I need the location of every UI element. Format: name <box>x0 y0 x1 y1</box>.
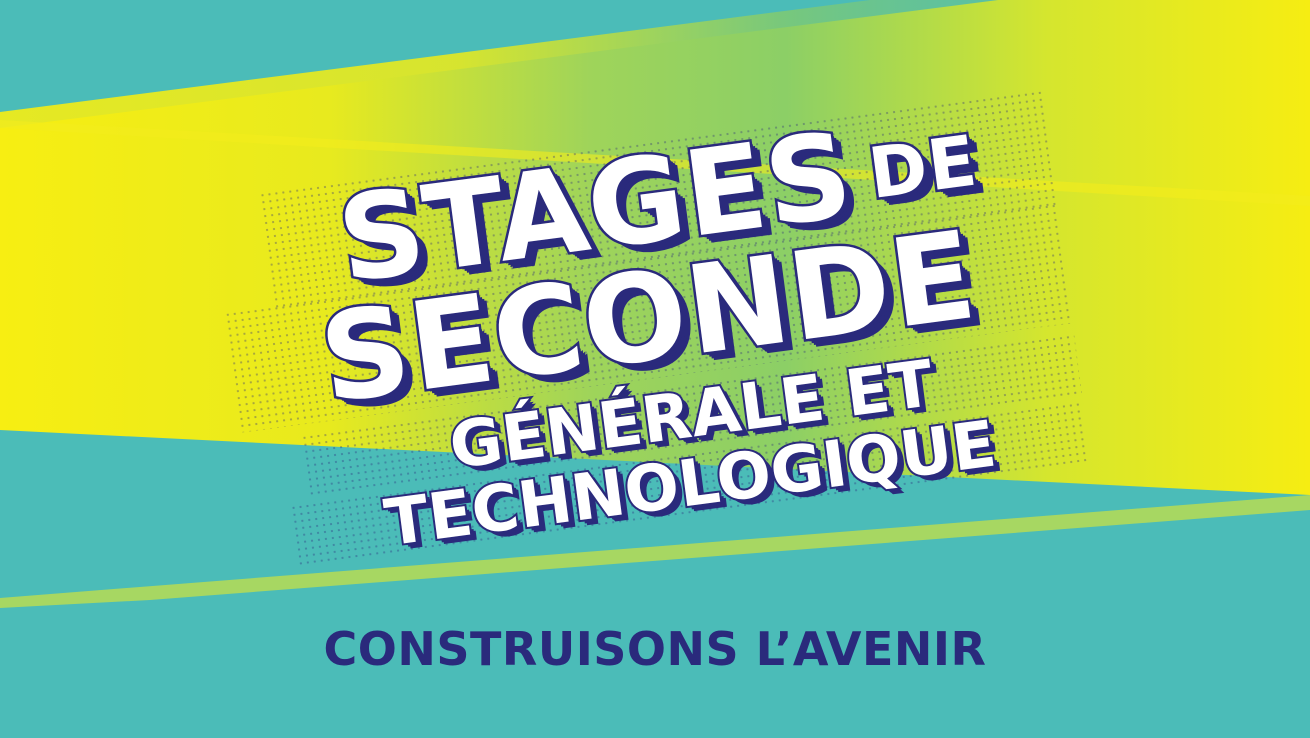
poster: STAGESDE SECONDE GÉNÉRALE ET TECHNOLOGIQ… <box>0 0 1310 738</box>
headline-word-de: DE <box>862 117 985 217</box>
tagline: CONSTRUISONS L’AVENIR <box>323 622 987 676</box>
